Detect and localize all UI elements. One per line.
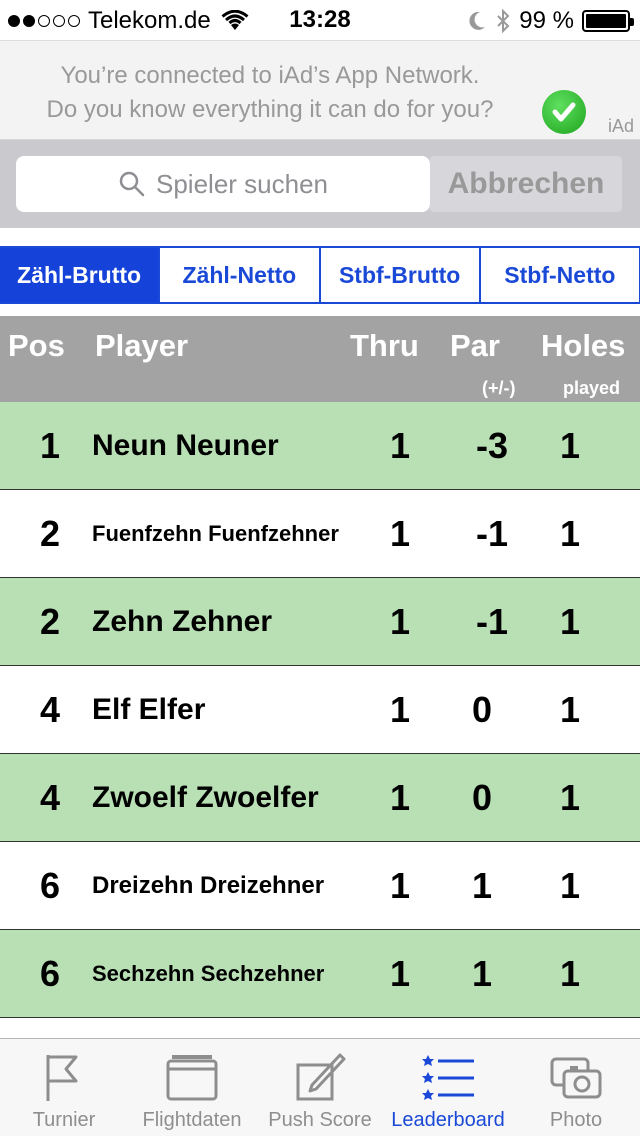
row-position: 6 xyxy=(39,953,61,994)
row-position: 2 xyxy=(39,601,61,642)
row-player-name: Dreizehn Dreizehner xyxy=(92,872,325,899)
iad-banner[interactable]: You’re connected to iAd’s App Network. D… xyxy=(0,40,640,140)
iad-line-2: Do you know everything it can do for you… xyxy=(46,96,494,123)
leaderboard-rows: 1 Neun Neuner 1 -3 1 2 Fuenfzehn Fuenfze… xyxy=(0,402,640,1018)
tab-label: Flightdaten xyxy=(142,1109,242,1131)
iad-line-1: You’re connected to iAd’s App Network. xyxy=(60,62,480,89)
window-icon xyxy=(164,1049,220,1105)
header-par: Par xyxy=(450,328,500,363)
row-par: 1 xyxy=(471,953,493,994)
battery-icon xyxy=(582,10,634,32)
table-row[interactable]: 6 Dreizehn Dreizehner 1 1 1 xyxy=(0,842,640,930)
row-position: 1 xyxy=(39,425,61,466)
tab-zaehl-netto[interactable]: Zähl-Netto xyxy=(159,246,320,304)
header-pos: Pos xyxy=(8,328,65,363)
row-thru: 1 xyxy=(389,865,411,906)
iad-message: You’re connected to iAd’s App Network. D… xyxy=(20,59,520,127)
table-row[interactable]: 4 Zwoelf Zwoelfer 1 0 1 xyxy=(0,754,640,842)
row-par: 1 xyxy=(471,865,493,906)
tab-stbf-brutto[interactable]: Stbf-Brutto xyxy=(319,246,480,304)
header-holes-sub: played xyxy=(563,378,621,398)
moon-icon xyxy=(469,11,486,30)
bluetooth-icon xyxy=(497,9,510,33)
search-input[interactable]: Spieler suchen xyxy=(16,156,430,212)
tab-label: Turnier xyxy=(32,1109,96,1131)
row-position: 4 xyxy=(39,689,61,730)
row-holes: 1 xyxy=(559,689,581,730)
header-holes: Holes xyxy=(541,328,626,363)
row-position: 2 xyxy=(39,513,61,554)
status-bar: Telekom.de 13:28 99 % xyxy=(0,0,640,40)
flag-icon xyxy=(36,1049,92,1105)
scoring-tabs: Zähl-Brutto Zähl-Netto Stbf-Brutto Stbf-… xyxy=(0,246,640,304)
search-placeholder: Spieler suchen xyxy=(156,168,328,199)
tab-push-score[interactable]: Push Score xyxy=(256,1039,384,1136)
tab-label: Photo xyxy=(549,1109,603,1131)
row-thru: 1 xyxy=(389,425,411,466)
tab-photo[interactable]: Photo xyxy=(512,1039,640,1136)
header-par-sub: (+/-) xyxy=(482,378,516,398)
table-row[interactable]: 2 Zehn Zehner 1 -1 1 xyxy=(0,578,640,666)
cancel-button[interactable]: Abbrechen xyxy=(430,156,622,212)
tab-leaderboard[interactable]: Leaderboard xyxy=(384,1039,512,1136)
tab-stbf-netto[interactable]: Stbf-Netto xyxy=(479,246,640,304)
checkmark-icon xyxy=(542,90,586,134)
row-thru: 1 xyxy=(389,953,411,994)
row-thru: 1 xyxy=(389,601,411,642)
table-row[interactable]: 4 Elf Elfer 1 0 1 xyxy=(0,666,640,754)
row-par: -1 xyxy=(475,601,508,642)
row-player-name: Fuenfzehn Fuenfzehner xyxy=(92,521,339,546)
table-row[interactable]: 2 Fuenfzehn Fuenfzehner 1 -1 1 xyxy=(0,490,640,578)
row-player-name: Elf Elfer xyxy=(92,693,206,726)
battery-percent: 99 % xyxy=(519,7,574,34)
iad-logo: iAd xyxy=(607,116,634,136)
row-par: 0 xyxy=(471,689,493,730)
edit-icon xyxy=(292,1049,348,1105)
row-player-name: Zwoelf Zwoelfer xyxy=(92,781,319,814)
row-player-name: Zehn Zehner xyxy=(92,605,273,638)
search-bar: Spieler suchen Abbrechen xyxy=(0,140,640,228)
tab-zaehl-brutto[interactable]: Zähl-Brutto xyxy=(0,246,160,304)
table-row[interactable]: 1 Neun Neuner 1 -3 1 xyxy=(0,402,640,490)
row-par: 0 xyxy=(471,777,493,818)
tab-label: Leaderboard xyxy=(391,1109,505,1131)
row-position: 6 xyxy=(39,865,61,906)
row-position: 4 xyxy=(39,777,61,818)
leaderboard-header: Pos Player Thru Par (+/-) Holes played xyxy=(0,316,640,402)
header-player: Player xyxy=(95,328,189,363)
tab-label: Push Score xyxy=(268,1109,372,1131)
row-player-name: Neun Neuner xyxy=(92,429,279,462)
row-holes: 1 xyxy=(559,601,581,642)
row-holes: 1 xyxy=(559,513,581,554)
tab-bar: Turnier Flightdaten Push Score Leaderboa… xyxy=(0,1038,640,1136)
camera-icon xyxy=(548,1049,604,1105)
row-par: -1 xyxy=(475,513,508,554)
row-thru: 1 xyxy=(389,689,411,730)
tab-turnier[interactable]: Turnier xyxy=(0,1039,128,1136)
table-row[interactable]: 6 Sechzehn Sechzehner 1 1 1 xyxy=(0,930,640,1018)
search-icon xyxy=(118,170,146,198)
header-thru: Thru xyxy=(350,328,419,363)
row-holes: 1 xyxy=(559,953,581,994)
row-par: -3 xyxy=(475,425,508,466)
row-holes: 1 xyxy=(559,865,581,906)
row-holes: 1 xyxy=(559,425,581,466)
list-icon xyxy=(420,1049,476,1105)
row-thru: 1 xyxy=(389,513,411,554)
row-thru: 1 xyxy=(389,777,411,818)
row-player-name: Sechzehn Sechzehner xyxy=(92,961,325,986)
row-holes: 1 xyxy=(559,777,581,818)
tab-flightdaten[interactable]: Flightdaten xyxy=(128,1039,256,1136)
